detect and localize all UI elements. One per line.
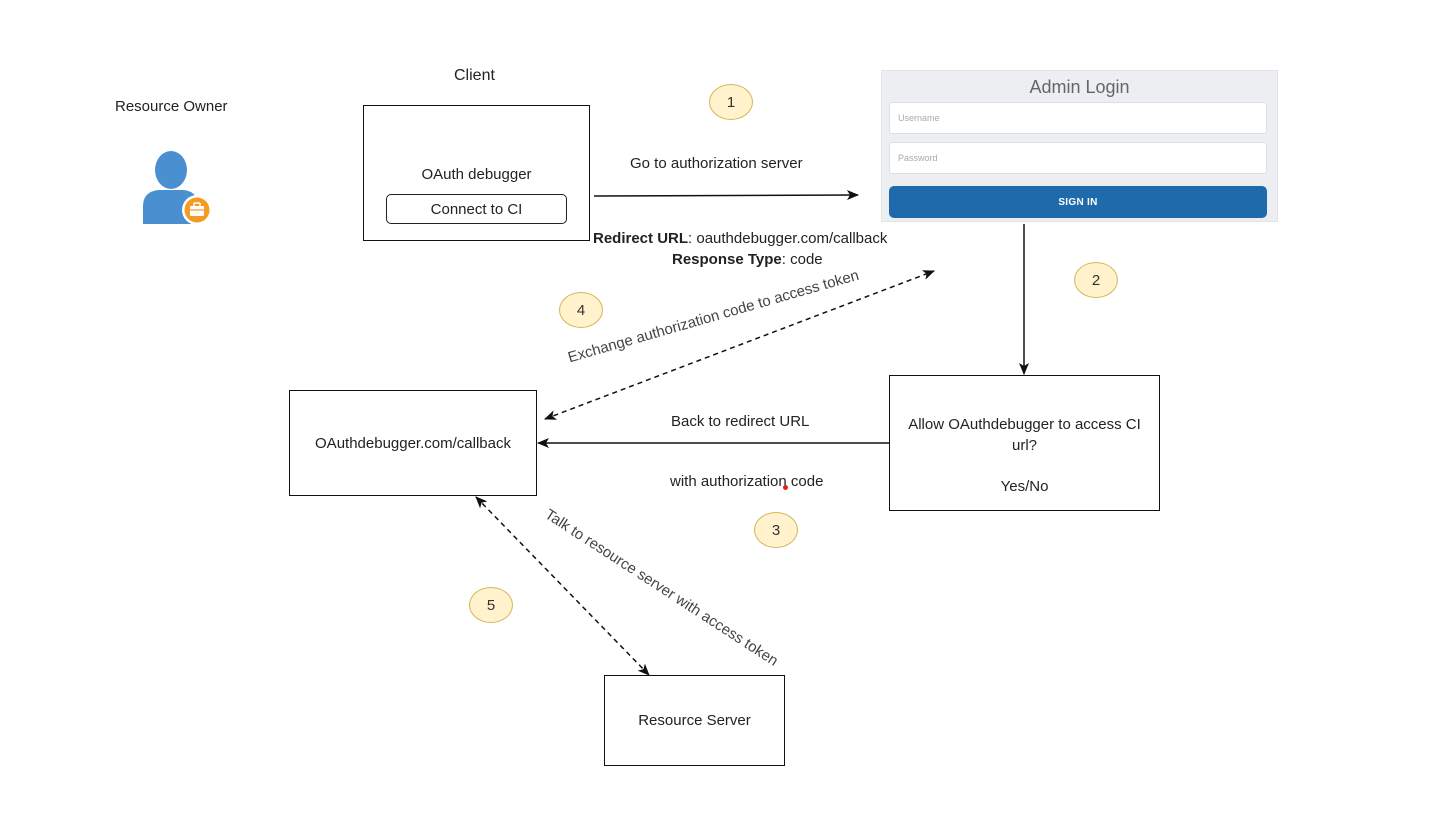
client-app-title: OAuth debugger — [421, 166, 532, 183]
client-box: OAuth debugger Connect to CI — [363, 105, 590, 241]
with-auth-code-label: with authorization code — [670, 473, 824, 490]
step-badge-5: 5 — [469, 587, 513, 623]
consent-box: Allow OAuthdebugger to access CI url? Ye… — [889, 375, 1160, 511]
redirect-url-value: : oauthdebugger.com/callback — [688, 230, 888, 247]
red-dot-marker — [783, 485, 788, 490]
step-badge-4: 4 — [559, 292, 603, 328]
redirect-url-key: Redirect URL — [593, 230, 689, 247]
response-type-line: Response Type: code — [672, 251, 823, 268]
talk-to-resource-label: Talk to resource server with access toke… — [541, 506, 782, 670]
callback-box: OAuthdebugger.com/callback — [289, 390, 537, 496]
step-badge-3: 3 — [754, 512, 798, 548]
consent-answer: Yes/No — [1000, 478, 1049, 495]
admin-login-panel: Admin Login Username Password SIGN IN — [881, 70, 1278, 222]
arrow-to-auth-server — [593, 190, 859, 201]
connect-to-ci-button[interactable]: Connect to CI — [386, 194, 567, 224]
user-briefcase-icon — [140, 148, 215, 226]
resource-owner-label: Resource Owner — [115, 98, 228, 115]
username-input[interactable]: Username — [889, 102, 1267, 134]
redirect-url-line: Redirect URL: oauthdebugger.com/callback — [593, 230, 887, 247]
back-to-redirect-label: Back to redirect URL — [671, 413, 810, 430]
sign-in-button[interactable]: SIGN IN — [889, 186, 1267, 218]
password-input[interactable]: Password — [889, 142, 1267, 174]
step-badge-2: 2 — [1074, 262, 1118, 298]
exchange-code-label: Exchange authorization code to access to… — [566, 266, 861, 367]
step-badge-1: 1 — [709, 84, 753, 120]
resource-server-box: Resource Server — [604, 675, 785, 766]
client-label: Client — [454, 67, 495, 84]
response-type-value: : code — [781, 251, 823, 268]
go-to-auth-server-label: Go to authorization server — [630, 155, 803, 172]
consent-question: Allow OAuthdebugger to access CI url? — [908, 416, 1141, 454]
response-type-key: Response Type — [672, 251, 782, 268]
login-title: Admin Login — [1029, 77, 1130, 97]
